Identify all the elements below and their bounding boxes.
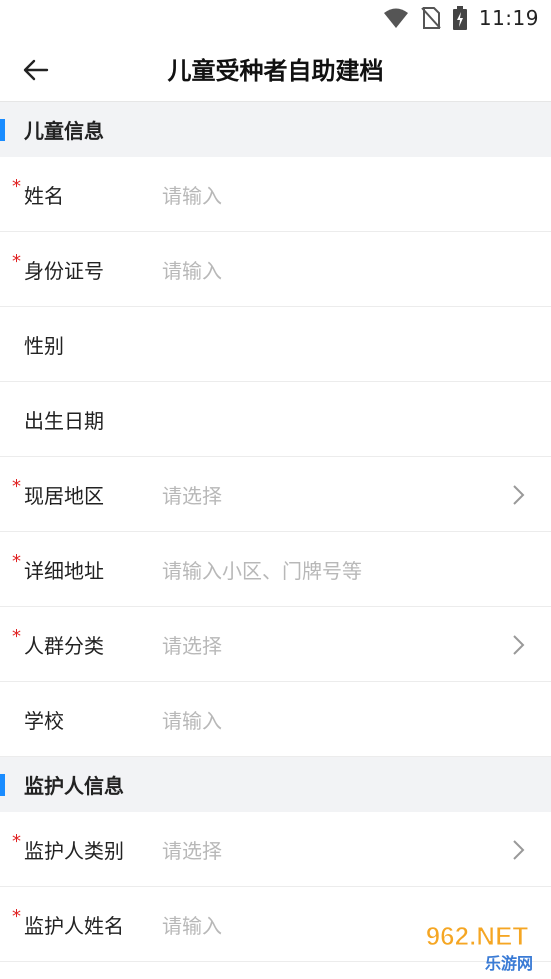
section-title: 儿童信息 [24, 119, 104, 143]
svg-text:962.NET: 962.NET [426, 921, 529, 951]
section-title: 监护人信息 [24, 774, 124, 798]
field-label: 性别 [24, 333, 64, 358]
section-accent-bar [0, 774, 5, 796]
form-row-name[interactable]: * 姓名 请输入 [0, 157, 551, 232]
field-label: 人群分类 [24, 633, 104, 658]
required-mark: * [12, 250, 21, 272]
field-label: 姓名 [24, 183, 64, 208]
page-title: 儿童受种者自助建档 [167, 57, 384, 85]
field-label: 身份证号 [24, 258, 104, 283]
no-sim-icon [421, 6, 441, 30]
chevron-right-icon [513, 635, 525, 655]
required-mark: * [12, 175, 21, 197]
section-header-guardian-info: 监护人信息 [0, 757, 551, 812]
guardian-type-select[interactable]: 请选择 [162, 835, 551, 864]
field-label: 出生日期 [24, 408, 104, 433]
field-label: 监护人姓名 [24, 913, 124, 938]
required-mark: * [12, 550, 21, 572]
required-mark: * [12, 625, 21, 647]
form-row-id-number[interactable]: * 身份证号 请输入 [0, 232, 551, 307]
form-row-region[interactable]: * 现居地区 请选择 [0, 457, 551, 532]
field-label: 学校 [24, 708, 64, 733]
chevron-right-icon [513, 840, 525, 860]
app-bar: 儿童受种者自助建档 [0, 36, 551, 102]
id-number-input[interactable]: 请输入 [162, 255, 551, 284]
chevron-right-icon [513, 485, 525, 505]
region-select[interactable]: 请选择 [162, 480, 551, 509]
watermark-logo: 962.NET 乐游网 [425, 921, 533, 974]
required-mark: * [12, 830, 21, 852]
form-row-population-type[interactable]: * 人群分类 请选择 [0, 607, 551, 682]
status-bar: 11:19 [0, 0, 551, 36]
wifi-icon [383, 7, 409, 29]
svg-text:乐游网: 乐游网 [485, 954, 533, 973]
section-accent-bar [0, 119, 5, 141]
form-row-address[interactable]: * 详细地址 请输入小区、门牌号等 [0, 532, 551, 607]
required-mark: * [12, 905, 21, 927]
field-label: 监护人类别 [24, 838, 124, 863]
form-row-birth-date[interactable]: 出生日期 [0, 382, 551, 457]
arrow-left-icon [23, 59, 49, 81]
field-label: 详细地址 [24, 558, 104, 583]
section-header-child-info: 儿童信息 [0, 102, 551, 157]
form-row-school[interactable]: 学校 请输入 [0, 682, 551, 757]
battery-charging-icon [452, 6, 467, 30]
population-type-select[interactable]: 请选择 [162, 630, 551, 659]
form-row-guardian-type[interactable]: * 监护人类别 请选择 [0, 812, 551, 887]
status-time: 11:19 [478, 6, 539, 30]
field-label: 现居地区 [24, 483, 104, 508]
school-input[interactable]: 请输入 [162, 705, 551, 734]
address-input[interactable]: 请输入小区、门牌号等 [162, 555, 551, 584]
form-row-gender[interactable]: 性别 [0, 307, 551, 382]
back-button[interactable] [14, 48, 58, 92]
required-mark: * [12, 475, 21, 497]
name-input[interactable]: 请输入 [162, 180, 551, 209]
